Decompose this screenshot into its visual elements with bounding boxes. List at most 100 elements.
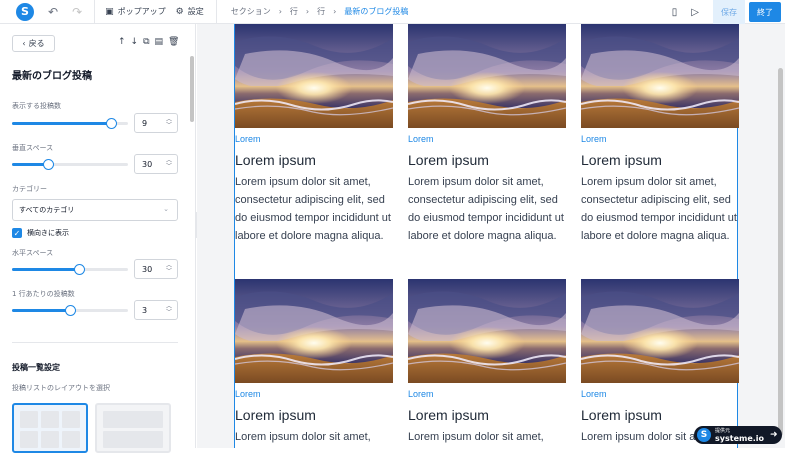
post-thumbnail[interactable] xyxy=(581,279,739,383)
move-down-icon[interactable]: ↓ xyxy=(131,37,139,47)
save-block-icon[interactable]: ▤ xyxy=(155,37,164,47)
stepper-icon[interactable]: ︿ ﹀ xyxy=(166,263,172,275)
per-row-slider[interactable] xyxy=(12,305,128,316)
horizontal-space-slider[interactable] xyxy=(12,264,128,275)
move-up-icon[interactable]: ↑ xyxy=(118,37,126,47)
badge-brand-text: systeme.io xyxy=(715,434,765,443)
settings-button[interactable]: ⚙ 設定 xyxy=(176,6,204,17)
powered-by-badge[interactable]: S 提供元 systeme.io ➜ xyxy=(694,426,782,444)
post-thumbnail[interactable] xyxy=(408,24,566,128)
vertical-space-slider[interactable] xyxy=(12,159,128,170)
stepper-icon[interactable]: ︿ ﹀ xyxy=(166,117,172,129)
slider-fill xyxy=(12,122,111,125)
duplicate-icon[interactable]: ⧉ xyxy=(143,37,149,47)
post-category[interactable]: Lorem xyxy=(408,389,566,399)
post-title[interactable]: Lorem ipsum xyxy=(581,152,739,168)
gear-icon: ⚙ xyxy=(175,6,184,17)
settings-label: 設定 xyxy=(187,7,204,16)
chevron-right-icon: › xyxy=(333,7,337,16)
trash-icon[interactable]: 🗑 xyxy=(168,37,179,47)
post-thumbnail[interactable] xyxy=(581,24,739,128)
layout-cell xyxy=(20,431,38,448)
back-button[interactable]: ‹ 戻る xyxy=(12,35,55,52)
sidebar-scrollbar[interactable] xyxy=(190,56,194,122)
redo-icon[interactable]: ↷ xyxy=(72,5,82,19)
post-thumbnail[interactable] xyxy=(235,279,393,383)
blog-post-card[interactable]: Lorem Lorem ipsum Lorem ipsum dolor sit am… xyxy=(235,24,393,245)
canvas-scrollbar[interactable] xyxy=(778,68,783,436)
category-label: カテゴリー xyxy=(12,185,47,193)
horizontal-checkbox-row[interactable]: ✓ 横向きに表示 xyxy=(12,228,69,238)
app-logo[interactable]: S xyxy=(16,2,34,21)
per-row-value: 3 xyxy=(142,305,148,315)
post-title[interactable]: Lorem ipsum xyxy=(408,152,566,168)
slider-handle[interactable] xyxy=(74,264,86,275)
post-description: Lorem ipsum dolor sit amet, consectetur … xyxy=(235,176,391,242)
posts-count-label: 表示する投稿数 xyxy=(12,102,61,110)
toolbar-divider xyxy=(94,0,96,24)
chevron-left-icon: ‹ xyxy=(22,39,26,48)
horizontal-space-value: 30 xyxy=(142,264,153,274)
post-image xyxy=(235,279,393,383)
popup-icon: ▣ xyxy=(105,6,114,17)
list-settings-title: 投稿一覧設定 xyxy=(12,363,60,372)
posts-count-slider[interactable] xyxy=(12,118,128,129)
horizontal-space-input[interactable]: 30 ︿ ﹀ xyxy=(134,259,178,279)
vertical-space-input[interactable]: 30 ︿ ﹀ xyxy=(134,154,178,174)
layout-cell xyxy=(103,431,163,448)
breadcrumb-item-current[interactable]: 最新のブログ投稿 xyxy=(344,6,408,17)
post-category[interactable]: Lorem xyxy=(235,389,393,399)
post-title[interactable]: Lorem ipsum xyxy=(408,407,566,423)
back-label: 戻る xyxy=(28,39,45,48)
toolbar-right: ▯ ▷ 保存 終了 xyxy=(672,0,785,24)
posts-count-input[interactable]: 9 ︿ ﹀ xyxy=(134,113,178,133)
mobile-preview-icon[interactable]: ▯ xyxy=(672,7,678,18)
post-image xyxy=(408,24,566,128)
stepper-icon[interactable]: ︿ ﹀ xyxy=(166,158,172,170)
post-title[interactable]: Lorem ipsum xyxy=(235,152,393,168)
slider-handle[interactable] xyxy=(42,159,54,170)
post-title[interactable]: Lorem ipsum xyxy=(581,407,739,423)
blog-post-card[interactable]: Lorem Lorem ipsum Lorem ipsum dolor sit am… xyxy=(408,279,566,446)
breadcrumb: セクション › 行 › 行 › 最新のブログ投稿 xyxy=(231,6,409,17)
per-row-input[interactable]: 3 ︿ ﹀ xyxy=(134,300,178,320)
blog-posts-block[interactable]: Lorem Lorem ipsum Lorem ipsum dolor sit am… xyxy=(234,24,739,448)
post-thumbnail[interactable] xyxy=(408,279,566,383)
layout-option-grid[interactable] xyxy=(12,403,88,453)
breadcrumb-item-row[interactable]: 行 xyxy=(317,6,325,17)
blog-post-card[interactable]: Lorem Lorem ipsum Lorem ipsum dolor sit am… xyxy=(581,24,739,245)
slider-handle[interactable] xyxy=(65,305,76,316)
vertical-space-label: 垂直スペース xyxy=(12,144,54,152)
post-category[interactable]: Lorem xyxy=(581,134,739,144)
checkbox-checked-icon[interactable]: ✓ xyxy=(12,228,22,238)
per-row-label: 1 行あたりの投稿数 xyxy=(12,290,75,298)
badge-text: 提供元 systeme.io xyxy=(715,428,765,443)
top-toolbar: S ↶ ↷ ▣ ポップアップ ⚙ 設定 セクション › 行 › 行 › 最新のブ… xyxy=(0,0,785,24)
breadcrumb-item-section[interactable]: セクション xyxy=(231,6,271,17)
post-title[interactable]: Lorem ipsum xyxy=(235,407,393,423)
post-category[interactable]: Lorem xyxy=(581,389,739,399)
category-select[interactable]: すべてのカテゴリ ⌄ xyxy=(12,199,178,221)
posts-count-value: 9 xyxy=(142,118,148,128)
post-category[interactable]: Lorem xyxy=(408,134,566,144)
finish-button[interactable]: 終了 xyxy=(749,2,781,22)
post-description: Lorem ipsum dolor sit amet, xyxy=(408,431,544,443)
blog-post-card[interactable]: Lorem Lorem ipsum Lorem ipsum dolor sit am… xyxy=(235,279,393,446)
layout-option-list[interactable] xyxy=(95,403,171,453)
post-image xyxy=(581,24,739,128)
blog-post-card[interactable]: Lorem Lorem ipsum Lorem ipsum dolor sit am… xyxy=(581,279,739,446)
blog-post-card[interactable]: Lorem Lorem ipsum Lorem ipsum dolor sit am… xyxy=(408,24,566,245)
save-button[interactable]: 保存 xyxy=(713,0,745,24)
play-icon[interactable]: ▷ xyxy=(691,7,699,18)
post-category[interactable]: Lorem xyxy=(235,134,393,144)
slider-fill xyxy=(12,309,70,312)
panel-title: 最新のブログ投稿 xyxy=(12,71,92,82)
breadcrumb-item-row[interactable]: 行 xyxy=(290,6,298,17)
undo-icon[interactable]: ↶ xyxy=(48,5,58,19)
layout-cell xyxy=(20,411,38,428)
stepper-icon[interactable]: ︿ ﹀ xyxy=(166,304,172,316)
layout-cell xyxy=(62,431,80,448)
popup-button[interactable]: ▣ ポップアップ xyxy=(105,6,166,17)
slider-handle[interactable] xyxy=(105,118,117,129)
post-thumbnail[interactable] xyxy=(235,24,393,128)
